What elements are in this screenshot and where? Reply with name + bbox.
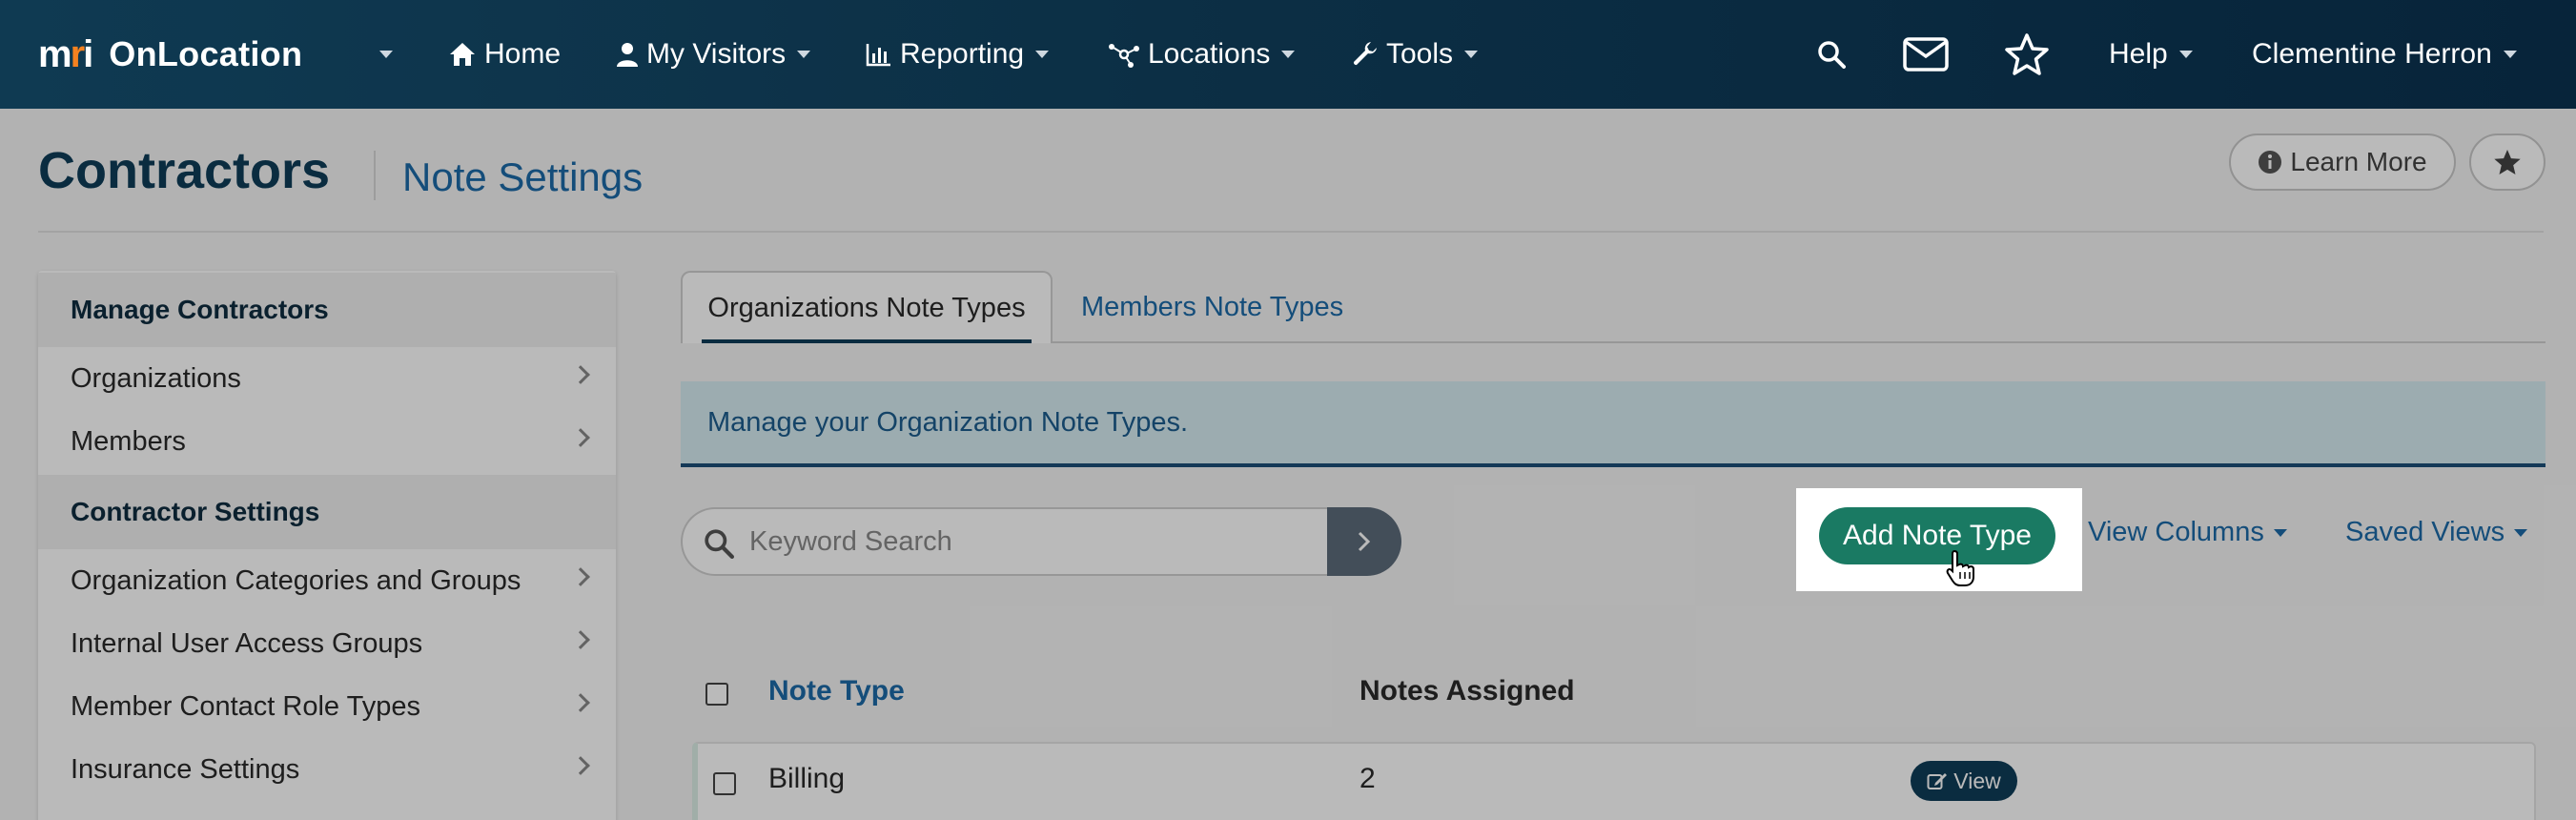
sidebar-item-internal-user-access-groups[interactable]: Internal User Access Groups xyxy=(38,612,616,675)
page-subtitle: Note Settings xyxy=(402,154,644,199)
messages-button[interactable] xyxy=(1903,0,1956,109)
chevron-right-icon xyxy=(571,428,590,447)
sidebar: Manage Contractors Organizations Members… xyxy=(38,271,616,820)
edit-icon xyxy=(1927,773,1948,789)
top-navbar: mri OnLocation Home My Visitors Reportin… xyxy=(0,0,2576,109)
cell-notes-assigned: 2 xyxy=(1360,763,1376,794)
network-icon xyxy=(1109,44,1139,68)
saved-views-dropdown[interactable]: Saved Views xyxy=(2345,517,2528,548)
tabs-divider xyxy=(1053,341,2545,343)
mri-logo: mri xyxy=(38,32,93,75)
nav-locations[interactable]: Locations xyxy=(1108,0,1296,109)
search-icon xyxy=(1818,41,1846,69)
chevron-down-icon xyxy=(379,51,393,58)
sidebar-item-label: Member Contact Role Types xyxy=(71,690,420,722)
table-row xyxy=(692,742,2536,820)
user-name: Clementine Herron xyxy=(2252,38,2492,70)
tab-organizations-note-types[interactable]: Organizations Note Types xyxy=(681,271,1053,343)
tab-label: Organizations Note Types xyxy=(707,292,1026,323)
cell-note-type: Billing xyxy=(768,763,846,794)
sidebar-item-organizations[interactable]: Organizations xyxy=(38,347,616,410)
view-columns-label: View Columns xyxy=(2088,517,2264,547)
chevron-right-icon xyxy=(571,567,590,586)
tab-label: Members Note Types xyxy=(1081,291,1344,322)
info-alert: Manage your Organization Note Types. xyxy=(681,381,2545,467)
user-icon xyxy=(617,43,638,67)
nav-help[interactable]: Help xyxy=(2109,0,2193,109)
add-note-type-label: Add Note Type xyxy=(1843,520,2032,551)
info-circle-icon xyxy=(2259,151,2282,174)
sidebar-section-manage-contractors: Manage Contractors xyxy=(38,273,616,347)
column-header-note-type[interactable]: Note Type xyxy=(768,675,905,707)
search-submit-button[interactable] xyxy=(1327,507,1401,576)
sidebar-item-insurance-settings[interactable]: Insurance Settings xyxy=(38,738,616,801)
nav-reporting[interactable]: Reporting xyxy=(866,0,1050,109)
chevron-down-icon xyxy=(1281,51,1296,58)
header-divider xyxy=(38,231,2544,233)
chevron-down-icon xyxy=(2273,528,2287,537)
search-icon xyxy=(705,529,734,559)
nav-home[interactable]: Home xyxy=(448,0,561,109)
home-icon xyxy=(450,43,475,66)
nav-help-label: Help xyxy=(2109,38,2168,70)
sidebar-item-label: Insurance Settings xyxy=(71,753,300,785)
sidebar-section-contractor-settings: Contractor Settings xyxy=(38,475,616,549)
learn-more-button[interactable]: Learn More xyxy=(2229,133,2456,191)
tab-members-note-types[interactable]: Members Note Types xyxy=(1081,271,1343,343)
bar-chart-icon xyxy=(866,44,890,67)
row-checkbox[interactable] xyxy=(713,772,736,795)
view-row-button[interactable]: View xyxy=(1911,761,2017,801)
learn-more-label: Learn More xyxy=(2290,147,2427,176)
view-label: View xyxy=(1953,768,2001,793)
favorite-page-button[interactable] xyxy=(2469,133,2545,191)
nav-reporting-label: Reporting xyxy=(900,38,1025,70)
search-placeholder: Keyword Search xyxy=(749,525,952,557)
star-icon xyxy=(2494,149,2521,175)
sidebar-item-member-contact-role-types[interactable]: Member Contact Role Types xyxy=(38,675,616,738)
user-menu[interactable]: Clementine Herron xyxy=(2252,0,2517,109)
nav-tools[interactable]: Tools xyxy=(1352,0,1479,109)
brand-name: OnLocation xyxy=(109,34,303,73)
chevron-down-icon xyxy=(2503,51,2517,58)
chevron-right-icon xyxy=(571,630,590,649)
column-header-notes-assigned: Notes Assigned xyxy=(1360,675,1575,707)
chevron-down-icon xyxy=(2514,528,2528,537)
active-tab-indicator xyxy=(702,339,1032,343)
app-switcher-dropdown[interactable] xyxy=(368,0,393,109)
wrench-icon xyxy=(1353,42,1377,66)
saved-views-label: Saved Views xyxy=(2345,517,2505,547)
title-divider xyxy=(374,151,376,200)
brand-logo[interactable]: mri OnLocation xyxy=(38,0,302,109)
chevron-right-icon xyxy=(571,756,590,775)
favorites-button[interactable] xyxy=(2004,0,2057,109)
page-title: Contractors xyxy=(38,142,331,199)
star-outline-icon xyxy=(2005,33,2049,75)
sidebar-item-members[interactable]: Members xyxy=(38,410,616,473)
chevron-right-icon xyxy=(1358,531,1371,552)
nav-my-visitors-label: My Visitors xyxy=(646,38,787,70)
chevron-right-icon xyxy=(571,365,590,384)
sidebar-item-label: Members xyxy=(71,425,186,457)
chevron-down-icon xyxy=(1035,51,1050,58)
sidebar-item-label: Organizations xyxy=(71,362,241,394)
info-text: Manage your Organization Note Types. xyxy=(707,406,1189,438)
sidebar-item-organization-categories[interactable]: Organization Categories and Groups xyxy=(38,549,616,612)
hand-cursor-icon xyxy=(1946,549,1974,586)
keyword-search-input[interactable]: Keyword Search xyxy=(681,507,1327,576)
chevron-down-icon xyxy=(2178,51,2193,58)
nav-locations-label: Locations xyxy=(1148,38,1271,70)
select-all-checkbox[interactable] xyxy=(705,683,728,706)
nav-home-label: Home xyxy=(484,38,562,70)
view-columns-dropdown[interactable]: View Columns xyxy=(2088,517,2287,548)
sidebar-item-label: Organization Categories and Groups xyxy=(71,564,521,596)
sidebar-item-label: Internal User Access Groups xyxy=(71,627,423,659)
envelope-icon xyxy=(1903,37,1949,72)
chevron-down-icon xyxy=(1464,51,1479,58)
chevron-down-icon xyxy=(797,51,811,58)
nav-my-visitors[interactable]: My Visitors xyxy=(616,0,811,109)
chevron-right-icon xyxy=(571,693,590,712)
nav-tools-label: Tools xyxy=(1386,38,1454,70)
search-button[interactable] xyxy=(1817,0,1853,109)
add-note-type-button[interactable]: Add Note Type xyxy=(1819,507,2055,564)
